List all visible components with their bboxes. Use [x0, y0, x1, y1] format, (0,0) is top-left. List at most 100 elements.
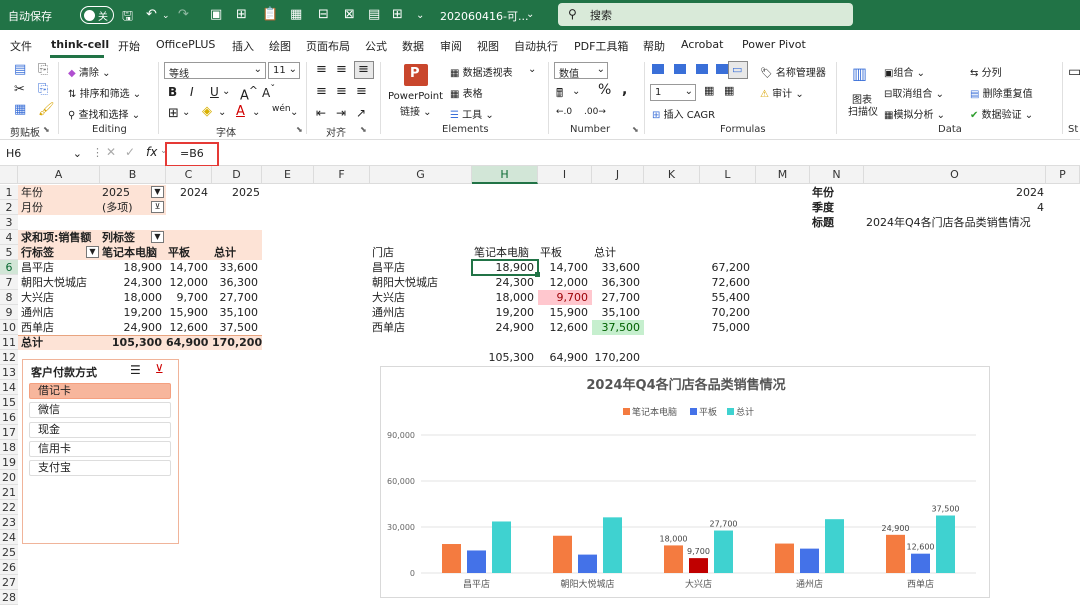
table-store[interactable]: 昌平店 — [372, 260, 405, 275]
table-header-total[interactable]: 总计 — [594, 245, 616, 260]
indent-increase-icon[interactable]: ⇥ — [336, 106, 346, 120]
table-cell[interactable]: 36,300 — [592, 275, 641, 290]
tools-button[interactable]: ☰ 工具 ⌄ — [450, 106, 494, 121]
paste-icon[interactable]: ▤ — [14, 62, 26, 77]
align-right-icon[interactable]: ≡ — [356, 84, 367, 99]
border-icon[interactable]: ⊟ — [318, 7, 329, 22]
sum-cell[interactable]: 170,200 — [592, 350, 641, 365]
underline-icon[interactable]: U — [210, 85, 219, 99]
audit-button[interactable]: ⚠ 审计 ⌄ — [760, 85, 804, 100]
cell-c1[interactable]: 2024 — [166, 185, 208, 200]
pivot-table-button[interactable]: ▦ 数据透视表 — [450, 64, 513, 79]
menu-formulas[interactable]: 公式 — [365, 38, 387, 54]
chevron-down-icon[interactable]: ⌄ — [222, 86, 230, 97]
row-header[interactable]: 24 — [0, 530, 18, 545]
find-select-button[interactable]: ⚲ 查找和选择 ⌄ — [68, 106, 140, 121]
sort-filter-button[interactable]: ⇅ 排序和筛选 ⌄ — [68, 85, 141, 100]
indent-decrease-icon[interactable]: ⇤ — [316, 106, 326, 120]
table-header-store[interactable]: 门店 — [372, 245, 394, 260]
pivot-row-store[interactable]: 大兴店 — [21, 290, 54, 305]
menu-home[interactable]: 开始 — [118, 38, 140, 54]
clear-filter-icon[interactable]: ⊻ — [155, 362, 164, 376]
row-header[interactable]: 15 — [0, 395, 18, 410]
param-value-title[interactable]: 2024年Q4各门店各品类销售情况 — [866, 215, 1031, 230]
row-header[interactable]: 16 — [0, 410, 18, 425]
wrap-text-button[interactable]: ≡ — [354, 61, 374, 79]
format-painter-icon[interactable]: 🖌 — [38, 102, 55, 117]
bold-icon[interactable]: B — [168, 85, 177, 99]
col-header-d[interactable]: D — [212, 166, 262, 184]
pivot-cell[interactable]: 9,700 — [166, 290, 209, 305]
slicer-item[interactable]: 微信 — [29, 402, 171, 418]
menu-think-cell[interactable]: think-cell — [51, 38, 109, 51]
table-header-laptop[interactable]: 笔记本电脑 — [474, 245, 529, 260]
row-header[interactable]: 25 — [0, 545, 18, 560]
decimal-select[interactable]: 1 ⌄ — [650, 84, 696, 101]
number-format-select[interactable]: 数值 ⌄ — [554, 62, 608, 80]
menu-power-pivot[interactable]: Power Pivot — [742, 38, 806, 51]
pivot-cell[interactable]: 15,900 — [166, 305, 209, 320]
ungroup-button[interactable]: ⊟取消组合 ⌄ — [884, 85, 944, 100]
pivot-total-cell[interactable]: 170,200 — [212, 335, 262, 350]
pivot-cell[interactable]: 14,700 — [166, 260, 209, 275]
pivot-filter-month-value[interactable]: (多项) — [102, 200, 133, 215]
insert-function-icon[interactable]: fx — [146, 145, 157, 159]
toggle-grid-icon[interactable]: ▦ — [290, 7, 302, 22]
table-cell[interactable]: 33,600 — [592, 260, 641, 275]
pivot-cell[interactable]: 19,200 — [100, 305, 163, 320]
slicer-item[interactable]: 借记卡 — [29, 383, 171, 399]
menu-insert[interactable]: 插入 — [232, 38, 254, 54]
row-header[interactable]: 13 — [0, 365, 18, 380]
data-validation-button[interactable]: ✔ 数据验证 ⌄ — [970, 106, 1033, 121]
undo-icon[interactable]: ↶ — [146, 7, 157, 22]
multi-select-icon[interactable]: ☰ — [130, 363, 141, 377]
row-header-selected[interactable]: 6 — [0, 260, 18, 275]
payment-slicer[interactable]: 客户付款方式 ☰ ⊻ 借记卡 微信 现金 信用卡 支付宝 — [22, 359, 179, 544]
close-doc-icon[interactable]: ⊠ — [344, 7, 355, 22]
font-launcher-icon[interactable]: ⬊ — [296, 125, 303, 134]
row-header[interactable]: 7 — [0, 275, 18, 290]
table-cell[interactable]: 18,000 — [472, 290, 535, 305]
row-header[interactable]: 27 — [0, 575, 18, 590]
table-cell-l[interactable]: 70,200 — [700, 305, 751, 320]
col-header-a[interactable]: A — [18, 166, 100, 184]
col-header-b[interactable]: B — [100, 166, 166, 184]
cut-icon[interactable]: ✂ — [14, 82, 25, 97]
pivot-cell[interactable]: 33,600 — [212, 260, 259, 275]
table-cell[interactable]: 19,200 — [472, 305, 535, 320]
table-cell[interactable]: 24,300 — [472, 275, 535, 290]
chevron-down-icon[interactable]: ⌄ — [252, 107, 260, 118]
menu-file[interactable]: 文件 — [10, 38, 32, 54]
menu-page-layout[interactable]: 页面布局 — [306, 38, 350, 54]
pivot-cell[interactable]: 24,900 — [100, 320, 163, 335]
menu-acrobat[interactable]: Acrobat — [681, 38, 723, 51]
copy-icon[interactable]: ⎘ — [38, 82, 48, 97]
orientation-icon[interactable]: ↗ — [356, 106, 366, 120]
table-cell-min[interactable]: 9,700 — [538, 290, 589, 305]
col-header-k[interactable]: K — [644, 166, 700, 184]
save-icon[interactable]: 🖫 — [122, 7, 133, 29]
italic-icon[interactable]: I — [190, 85, 194, 99]
table-cell-l[interactable]: 67,200 — [700, 260, 751, 275]
powerpoint-link-label[interactable]: 链接 ⌄ — [400, 103, 432, 118]
chevron-down-icon[interactable]: ⌄ — [528, 64, 536, 75]
pivot-cell[interactable]: 24,300 — [100, 275, 163, 290]
table-cell-h6[interactable]: 18,900 — [472, 260, 535, 275]
row-header[interactable]: 26 — [0, 560, 18, 575]
name-manager-button[interactable]: 🏷 名称管理器 — [760, 64, 826, 79]
format-icon-4[interactable] — [716, 64, 728, 74]
menu-help[interactable]: 帮助 — [643, 38, 665, 54]
increase-font-icon[interactable]: A^ — [240, 84, 258, 103]
row-header[interactable]: 1 — [0, 185, 18, 200]
pivot-cell[interactable]: 18,000 — [100, 290, 163, 305]
row-header[interactable]: 21 — [0, 485, 18, 500]
col-header-i[interactable]: I — [538, 166, 592, 184]
pivot-row-store[interactable]: 通州店 — [21, 305, 54, 320]
param-value-quarter[interactable]: 4 — [864, 200, 1044, 215]
search-box[interactable]: ⚲ 搜索 — [558, 3, 853, 26]
chevron-down-icon[interactable]: ⌄ — [572, 86, 580, 97]
align-center-icon[interactable]: ≡ — [336, 84, 347, 99]
name-box[interactable]: H6 ⌄ — [4, 145, 84, 163]
fill-color-icon[interactable]: ◈ — [202, 104, 212, 119]
col-header-g[interactable]: G — [370, 166, 472, 184]
